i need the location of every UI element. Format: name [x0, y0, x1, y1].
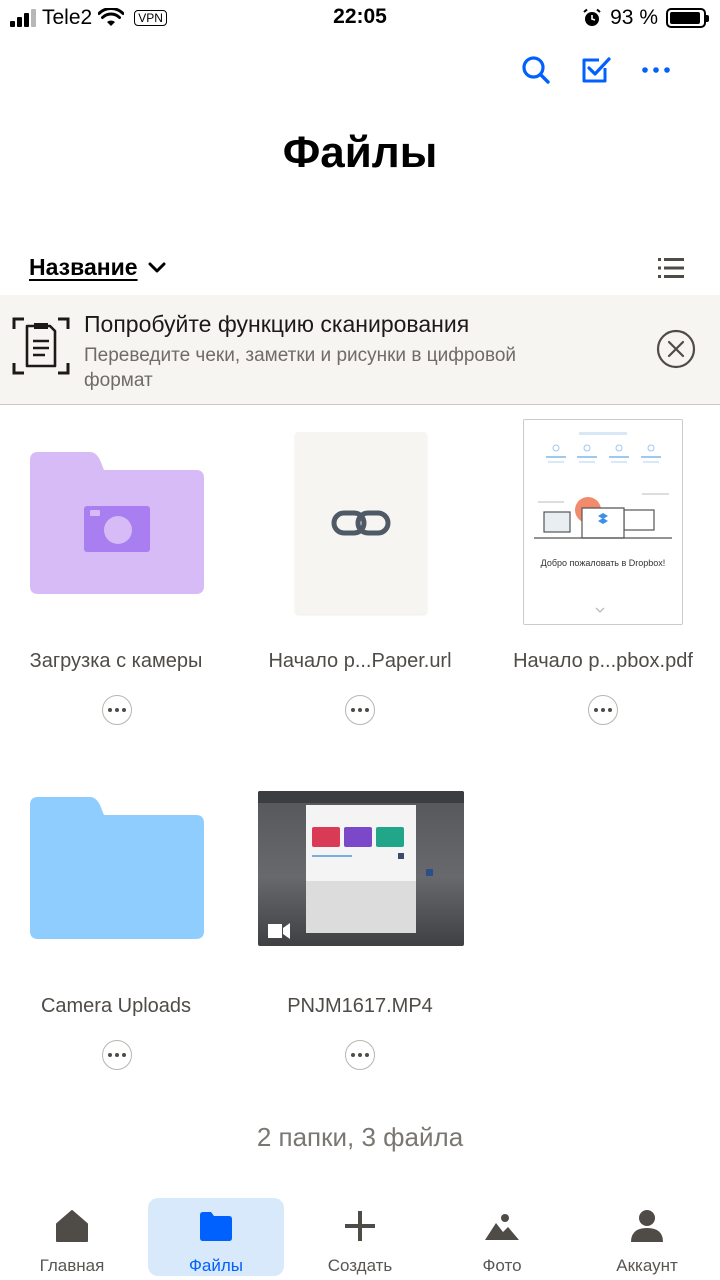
home-icon: [56, 1210, 88, 1242]
sort-label: Название: [29, 254, 138, 280]
battery-percent: 93 %: [610, 6, 658, 29]
item-name: Начало р...Paper.url: [268, 650, 452, 672]
tab-account[interactable]: Аккаунт: [579, 1198, 715, 1276]
banner-subtitle: Переведите чеки, заметки и рисунки в циф…: [84, 345, 517, 391]
link-icon: [331, 510, 391, 536]
alarm-icon: [583, 8, 601, 26]
more-horizontal-icon: [642, 67, 670, 73]
link-file-thumbnail: [295, 432, 427, 614]
file-grid-item[interactable]: Camera Uploads: [0, 755, 240, 1075]
banner-title: Попробуйте функцию сканирования: [84, 311, 470, 337]
folder-icon: [200, 1212, 232, 1241]
page-title: Файлы: [282, 128, 438, 177]
status-bar: Tele2 VPN 22:05 93 %: [0, 0, 720, 36]
status-right: 93 %: [582, 6, 709, 30]
tab-files[interactable]: Файлы: [148, 1198, 284, 1276]
tab-label: Главная: [39, 1256, 105, 1275]
account-icon: [631, 1210, 663, 1242]
item-name: Начало р...pbox.pdf: [513, 650, 693, 672]
tab-label: Аккаунт: [616, 1256, 678, 1275]
search-button[interactable]: [520, 54, 552, 86]
video-thumbnail: [258, 791, 464, 946]
select-checkbox-icon: [582, 57, 611, 83]
file-grid-item[interactable]: Загрузка с камеры: [0, 410, 240, 730]
battery-icon: [666, 8, 709, 28]
header-actions: [520, 54, 672, 86]
pdf-preview-text: Добро пожаловать в Dropbox!: [540, 558, 666, 568]
photo-icon: [485, 1214, 519, 1240]
list-view-icon[interactable]: [658, 256, 684, 280]
camera-folder-icon: [30, 452, 204, 594]
plus-icon: [345, 1211, 375, 1241]
sort-control[interactable]: Название: [29, 254, 166, 281]
item-more-button[interactable]: [345, 695, 375, 725]
file-grid-item[interactable]: Начало р...Paper.url: [240, 410, 480, 730]
item-more-button[interactable]: [102, 1040, 132, 1070]
item-name: Загрузка с камеры: [29, 650, 203, 672]
file-grid-item[interactable]: PNJM1617.MP4: [240, 755, 480, 1075]
item-name: Camera Uploads: [40, 995, 192, 1017]
tab-label: Файлы: [188, 1256, 243, 1275]
more-options-button[interactable]: [640, 54, 672, 86]
battery-fill: [670, 12, 700, 24]
items-summary: 2 папки, 3 файла: [256, 1122, 464, 1152]
search-icon: [522, 56, 550, 84]
tab-label: Создать: [327, 1256, 393, 1275]
item-name: PNJM1617.MP4: [287, 995, 433, 1017]
tab-label: Фото: [482, 1256, 522, 1275]
item-more-button[interactable]: [345, 1040, 375, 1070]
file-grid-item[interactable]: Добро пожаловать в Dropbox! Начало р...p…: [480, 410, 720, 730]
select-button[interactable]: [580, 54, 612, 86]
folder-icon: [30, 797, 204, 939]
pdf-thumbnail: Добро пожаловать в Dropbox!: [523, 419, 683, 625]
chevron-down-icon: [148, 262, 166, 272]
close-icon[interactable]: [656, 329, 696, 369]
bottom-tab-bar: Главная Файлы Создать Фото Аккаунт: [0, 1190, 720, 1280]
scan-promo-banner[interactable]: Попробуйте функцию сканирования Переведи…: [0, 295, 720, 405]
item-more-button[interactable]: [588, 695, 618, 725]
tab-photos[interactable]: Фото: [434, 1198, 570, 1276]
video-preview-graphics: [258, 791, 464, 939]
document-scan-icon: [12, 317, 70, 375]
item-more-button[interactable]: [102, 695, 132, 725]
tab-create[interactable]: Создать: [292, 1198, 428, 1276]
tab-home[interactable]: Главная: [4, 1198, 140, 1276]
pdf-preview-graphics: [534, 432, 672, 613]
